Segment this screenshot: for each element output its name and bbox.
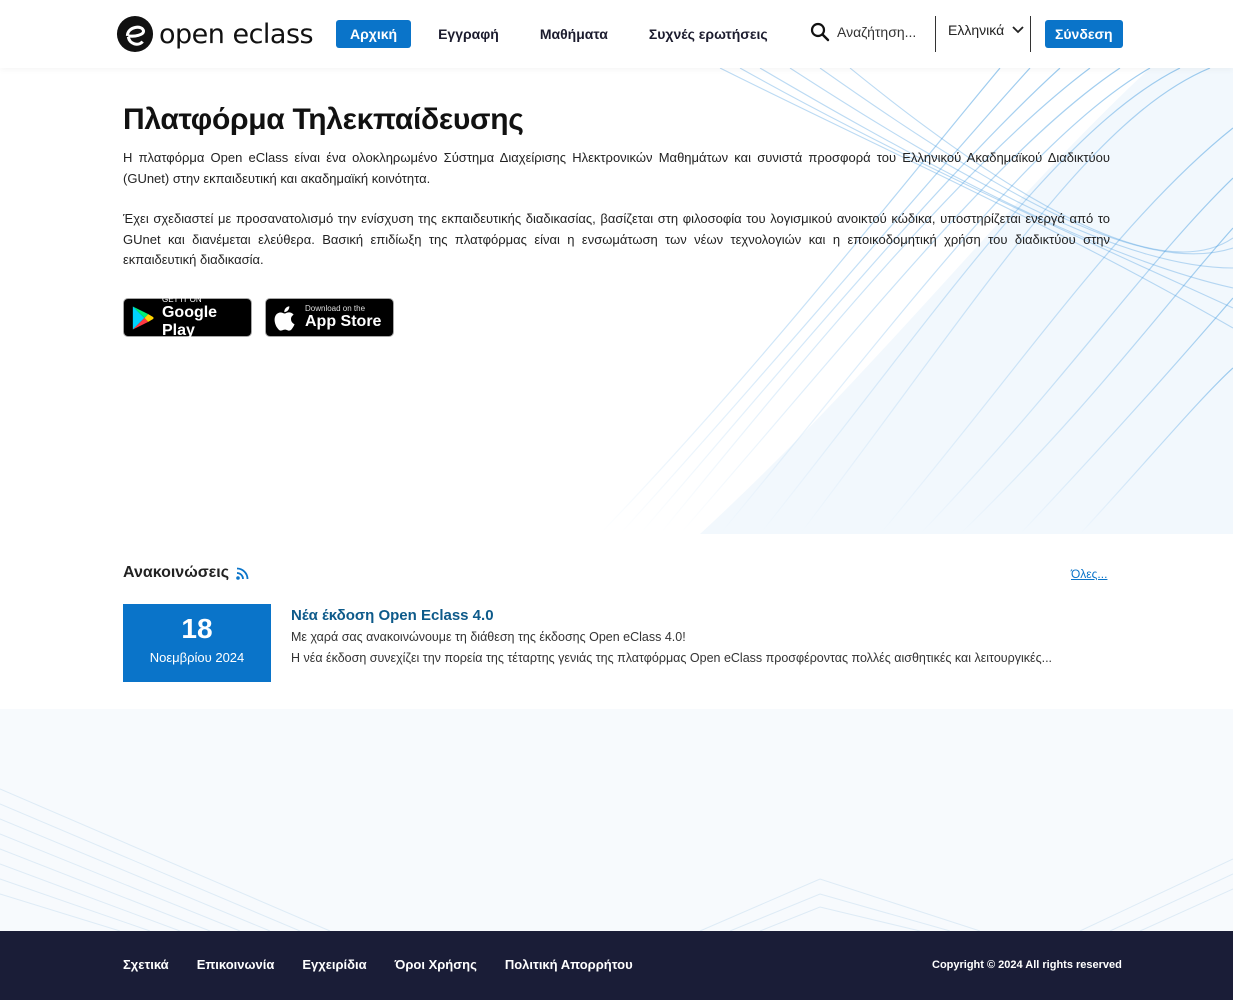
logo-text: open eclass	[159, 18, 314, 50]
footer-link-about[interactable]: Σχετικά	[123, 957, 169, 972]
divider	[1030, 16, 1031, 52]
lower-background-pattern	[0, 788, 1233, 931]
google-play-icon	[132, 305, 154, 330]
main-nav: Αρχική Εγγραφή Μαθήματα Συχνές ερωτήσεις	[336, 20, 795, 48]
login-button[interactable]: Σύνδεση	[1045, 20, 1123, 48]
search-box[interactable]: Αναζήτηση...	[810, 22, 916, 42]
search-input[interactable]: Αναζήτηση...	[837, 24, 916, 40]
footer-link-manuals[interactable]: Εγχειρίδια	[302, 957, 366, 972]
date-month-year: Νοεμβρίου 2024	[149, 650, 245, 665]
eclass-logo-icon	[116, 15, 154, 53]
language-select[interactable]: Ελληνικά	[948, 22, 1024, 38]
app-store-big-text: App Store	[305, 313, 382, 330]
open-eclass-logo[interactable]: open eclass	[116, 14, 314, 54]
top-header: open eclass Αρχική Εγγραφή Μαθήματα Συχν…	[0, 0, 1233, 68]
nav-home[interactable]: Αρχική	[336, 20, 412, 48]
nav-register[interactable]: Εγγραφή	[424, 20, 513, 48]
apple-icon	[274, 305, 295, 331]
app-store-small-text: Download on the	[305, 304, 366, 313]
announcement-text-line: Η νέα έκδοση συνεχίζει την πορεία της τέ…	[291, 651, 1053, 665]
announcement-text-line: Με χαρά σας ανακοινώνουμε τη διάθεση της…	[291, 630, 686, 644]
nav-courses[interactable]: Μαθήματα	[526, 20, 622, 48]
lower-background	[0, 709, 1233, 931]
intro-paragraph: Η πλατφόρμα Open eClass είναι ένα ολοκλη…	[123, 150, 1110, 186]
announcements-heading: Ανακοινώσεις	[123, 564, 249, 582]
announcements-title: Ανακοινώσεις	[123, 564, 230, 581]
language-label: Ελληνικά	[948, 22, 1005, 38]
google-play-badge[interactable]: GET IT ON Google Play	[123, 295, 252, 339]
footer-links: Σχετικά Επικοινωνία Εγχειρίδια Όροι Χρήσ…	[123, 957, 661, 972]
footer-link-contact[interactable]: Επικοινωνία	[197, 957, 275, 972]
footer: Σχετικά Επικοινωνία Εγχειρίδια Όροι Χρήσ…	[0, 931, 1233, 1000]
chevron-down-icon	[1012, 26, 1024, 34]
copyright-text: Copyright © 2024 All rights reserved	[932, 959, 1122, 971]
description-paragraph: Έχει σχεδιαστεί με προσανατολισμό την εν…	[123, 211, 1110, 267]
google-play-big-text: Google Play	[161, 304, 218, 339]
app-store-badge[interactable]: Download on the App Store	[265, 298, 394, 337]
page-title: Πλατφόρμα Τηλεκπαίδευσης	[123, 103, 524, 136]
search-icon[interactable]	[810, 22, 830, 42]
announcements-section: Ανακοινώσεις Όλες... 18 Νοεμβρίου 2024 Ν…	[0, 534, 1233, 709]
divider	[935, 16, 936, 52]
announcement-date: 18 Νοεμβρίου 2024	[123, 604, 271, 682]
footer-link-terms[interactable]: Όροι Χρήσης	[395, 957, 477, 972]
google-play-small-text: GET IT ON	[161, 295, 202, 304]
footer-link-privacy[interactable]: Πολιτική Απορρήτου	[505, 957, 633, 972]
announcement-title-link[interactable]: Νέα έκδοση Open Eclass 4.0	[291, 607, 494, 624]
date-day: 18	[181, 613, 213, 644]
nav-faq[interactable]: Συχνές ερωτήσεις	[635, 20, 782, 48]
rss-icon[interactable]	[236, 567, 249, 580]
hero-section: Πλατφόρμα Τηλεκπαίδευσης Η πλατφόρμα Ope…	[0, 68, 1233, 534]
all-announcements-link[interactable]: Όλες...	[1071, 567, 1107, 581]
